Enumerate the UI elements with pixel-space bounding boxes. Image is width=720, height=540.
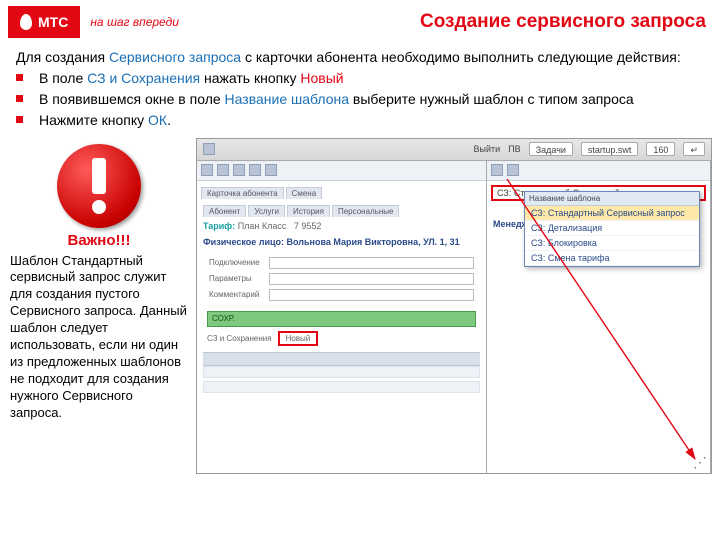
tab-shift[interactable]: Смена [286, 187, 323, 199]
subtab[interactable]: Персональные [332, 205, 400, 217]
dropdown-header: Название шаблона [525, 192, 699, 206]
app-topbar: Выйти ПВ Задачи startup.swt 160 ↵ [197, 139, 711, 161]
top-label-pv: ПВ [508, 144, 520, 154]
tab-card[interactable]: Карточка абонента [201, 187, 284, 199]
app-screenshot: Выйти ПВ Задачи startup.swt 160 ↵ Карточ… [196, 138, 712, 474]
template-dropdown[interactable]: Название шаблона СЗ: Стандартный Сервисн… [524, 191, 700, 267]
dropdown-item[interactable]: СЗ: Блокировка [525, 236, 699, 251]
toolbar-icon[interactable] [507, 164, 519, 176]
grid-row [203, 381, 480, 393]
count-field: 160 [646, 142, 675, 156]
toolbar-icon[interactable] [217, 164, 229, 176]
right-pane: СЗ: Стандартный Сервисный запрос Менедже… [487, 161, 711, 473]
logout-link[interactable]: Выйти [474, 144, 501, 154]
startup-field[interactable]: startup.swt [581, 142, 639, 156]
toolbar-icon[interactable] [249, 164, 261, 176]
dropdown-item[interactable]: СЗ: Детализация [525, 221, 699, 236]
dropdown-item[interactable]: СЗ: Стандартный Сервисный запрос [525, 206, 699, 221]
toolbar-icon[interactable] [201, 164, 213, 176]
toolbar-icon[interactable] [491, 164, 503, 176]
bullet-3: Нажмите кнопку ОК. [16, 111, 704, 130]
bullet-icon [16, 74, 23, 81]
warning-title: Важно!!! [8, 232, 190, 249]
bullet-1: В поле СЗ и Сохранения нажать кнопку Нов… [16, 69, 704, 88]
field-params[interactable] [269, 273, 474, 285]
mts-logo: МТС [8, 6, 80, 38]
tasks-field[interactable]: Задачи [529, 142, 573, 156]
new-button[interactable]: Новый [278, 331, 319, 346]
go-button[interactable]: ↵ [683, 142, 705, 156]
slide-header: МТС на шаг впереди Создание сервисного з… [0, 0, 720, 44]
left-toolbar [197, 161, 486, 181]
field-connect[interactable] [269, 257, 474, 269]
intro-link: Сервисного запроса [109, 49, 241, 65]
toolbar-icon[interactable] [233, 164, 245, 176]
dropdown-item[interactable]: СЗ: Смена тарифа [525, 251, 699, 266]
toolbar-icon[interactable] [265, 164, 277, 176]
warning-column: Важно!!! Шаблон Стандартный сервисный за… [8, 138, 190, 474]
bullet-2: В появившемся окне в поле Название шабло… [16, 90, 704, 109]
subtab[interactable]: Услуги [248, 205, 285, 217]
intro-line: Для создания Сервисного запроса с карточ… [16, 48, 704, 67]
left-sub-tabs: Абонент Услуги История Персональные [203, 205, 480, 217]
field-comment[interactable] [269, 289, 474, 301]
resize-handle-icon[interactable]: ⋰ [693, 454, 707, 471]
egg-icon [20, 14, 32, 30]
brand-name: МТС [38, 14, 68, 30]
right-toolbar [487, 161, 710, 181]
grid-header [203, 352, 480, 366]
left-pane: Карточка абонента Смена Абонент Услуги И… [197, 161, 487, 473]
bullet-icon [16, 116, 23, 123]
grid-row [203, 366, 480, 378]
tariff-line: Тариф: План Класс 7 9552 [203, 221, 480, 231]
instructions-block: Для создания Сервисного запроса с карточ… [0, 44, 720, 138]
warning-icon [57, 144, 141, 228]
saved-bar: СОХР. [207, 311, 476, 327]
page-title: Создание сервисного запроса [420, 11, 706, 33]
left-main-tabs: Карточка абонента Смена [201, 187, 482, 199]
subscriber-header: Физическое лицо: Вольнова Мария Викторов… [203, 237, 480, 247]
bullet-icon [16, 95, 23, 102]
subtab[interactable]: История [287, 205, 330, 217]
brand-slogan: на шаг впереди [90, 15, 179, 29]
app-menu-icon[interactable] [203, 143, 215, 155]
warning-text: Шаблон Стандартный сервисный запрос служ… [8, 253, 190, 422]
subtab[interactable]: Абонент [203, 205, 246, 217]
sr-section: СЗ и Сохранения Новый [207, 331, 476, 346]
